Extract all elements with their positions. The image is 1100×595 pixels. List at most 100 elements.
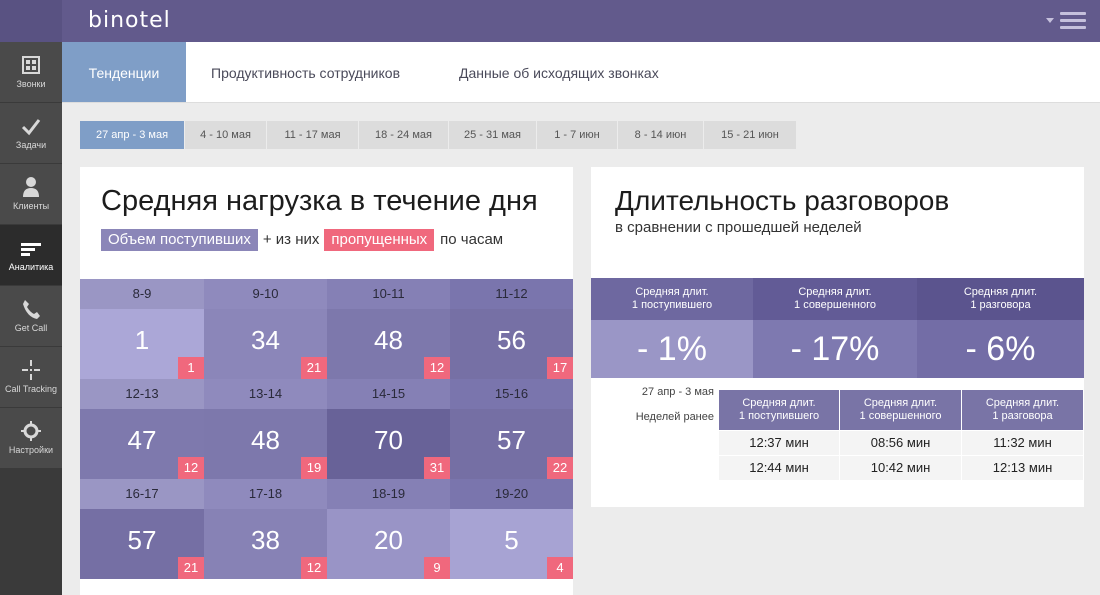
week-button[interactable]: 4 - 10 мая <box>185 121 266 149</box>
load-card: Средняя нагрузка в течение дня Объем пос… <box>80 167 573 595</box>
week-button[interactable]: 27 апр - 3 мая <box>80 121 184 149</box>
top-bar: binotel <box>0 0 1100 42</box>
week-button[interactable]: 11 - 17 мая <box>267 121 358 149</box>
previous-period-label: Неделей ранее <box>635 411 714 423</box>
hour-range-label: 8-9 <box>80 279 204 309</box>
sidebar-item-label: Задачи <box>15 140 47 150</box>
hour-range-label: 10-11 <box>327 279 450 309</box>
hour-load-cell: 57 22 <box>450 409 573 479</box>
sidebar-item-analytics[interactable]: Аналитика <box>0 225 62 286</box>
legend-missed: пропущенных <box>324 229 435 251</box>
hour-range-label: 9-10 <box>204 279 327 309</box>
week-button[interactable]: 8 - 14 июн <box>618 121 703 149</box>
hour-load-cell: 11 <box>80 309 204 379</box>
load-legend: Объем поступивших + из них пропущенных по ч… <box>101 229 509 251</box>
hour-range-label: 12-13 <box>80 379 204 409</box>
compare-col-line1: Средняя длит. <box>863 397 938 409</box>
compare-col-line2: 1 поступившего <box>738 410 820 422</box>
metric-header-line1: Средняя длит. <box>798 286 872 298</box>
hour-load-cell: 70 31 <box>327 409 450 479</box>
compare-cell: 12:37 мин <box>719 431 839 455</box>
hour-load-cell: 48 12 <box>327 309 450 379</box>
sidebar-item-clients[interactable]: Клиенты <box>0 164 62 225</box>
hour-load-cell: 34 21 <box>204 309 327 379</box>
sidebar-item-calls[interactable]: Звонки <box>0 42 62 103</box>
sidebar-item-label: Аналитика <box>8 262 54 272</box>
hour-load-cell: 57 21 <box>80 509 204 579</box>
week-button[interactable]: 25 - 31 мая <box>449 121 536 149</box>
incoming-count: 5 <box>504 525 519 555</box>
sidebar-item-label: Настройки <box>8 445 54 455</box>
tab-productivity[interactable]: Продуктивность сотрудников <box>211 42 400 102</box>
metric-header: Средняя длит. 1 совершенного <box>753 278 917 320</box>
logo[interactable]: binotel <box>88 8 171 33</box>
hour-range-label: 11-12 <box>450 279 573 309</box>
tab-outgoing-calls[interactable]: Данные об исходящих звонках <box>459 42 659 102</box>
sidebar-item-label: Get Call <box>14 323 48 333</box>
incoming-count: 20 <box>374 525 403 555</box>
incoming-count: 57 <box>127 525 157 555</box>
handset-icon <box>23 300 40 319</box>
compare-col-line1: Средняя длит. <box>742 397 816 409</box>
incoming-count: 47 <box>127 425 157 455</box>
sidebar-item-settings[interactable]: Настройки <box>0 408 62 469</box>
metric-change: - 1% <box>591 320 753 378</box>
caret-down-icon[interactable] <box>1046 18 1054 23</box>
compare-col-line2: 1 разговора <box>992 410 1053 422</box>
hourly-load-grid: 8-9 1 1 9-10 34 21 10-11 48 12 11-12 56 17 12-13 47 12… <box>80 279 573 579</box>
person-icon <box>23 177 39 197</box>
hour-range-label: 13-14 <box>204 379 327 409</box>
metric-change: - 17% <box>753 320 917 378</box>
phone-grid-icon <box>22 56 40 74</box>
compare-col-line1: Средняя длит. <box>985 397 1060 409</box>
incoming-count: 48 <box>374 325 403 355</box>
missed-count-badge: 31 <box>424 457 450 479</box>
metric-header: Средняя длит. 1 разговора <box>917 278 1084 320</box>
missed-count-badge: 21 <box>301 357 327 379</box>
hour-range-label: 18-19 <box>327 479 450 509</box>
check-icon <box>21 119 41 136</box>
hour-range-label: 16-17 <box>80 479 204 509</box>
incoming-count: 1 <box>134 325 150 355</box>
compare-cell: 08:56 мин <box>840 431 961 455</box>
hour-range-label: 17-18 <box>204 479 327 509</box>
metric-change: - 6% <box>917 320 1084 378</box>
missed-count-badge: 12 <box>178 457 204 479</box>
missed-count-badge: 4 <box>547 557 573 579</box>
missed-count-badge: 22 <box>547 457 573 479</box>
sidebar-item-label: Call Tracking <box>4 384 58 394</box>
week-button[interactable]: 18 - 24 мая <box>359 121 448 149</box>
crosshair-icon <box>22 360 40 380</box>
current-period-label: 27 апр - 3 мая <box>641 386 714 398</box>
hour-load-cell: 47 12 <box>80 409 204 479</box>
logo-area <box>0 0 62 42</box>
missed-count-badge: 1 <box>178 357 204 379</box>
duration-card: Длительность разговоров в сравнении с пр… <box>591 167 1084 507</box>
sidebar-item-tasks[interactable]: Задачи <box>0 103 62 164</box>
metric-header-line2: 1 разговора <box>970 299 1031 311</box>
sidebar-item-get-call[interactable]: Get Call <box>0 286 62 347</box>
hour-load-cell: 20 9 <box>327 509 450 579</box>
duration-card-subtitle: в сравнении с прошедшей неделей <box>615 219 862 236</box>
compare-col-header: Средняя длит. 1 поступившего <box>719 390 839 430</box>
tab-trends[interactable]: Тенденции <box>62 42 186 102</box>
legend-plus: + из них <box>262 231 320 248</box>
compare-cell: 12:13 мин <box>962 456 1083 480</box>
hamburger-menu-icon[interactable] <box>1060 12 1086 30</box>
hour-range-label: 15-16 <box>450 379 573 409</box>
incoming-count: 38 <box>251 525 280 555</box>
compare-col-line2: 1 совершенного <box>859 410 942 422</box>
compare-cell: 10:42 мин <box>840 456 961 480</box>
hour-load-cell: 48 19 <box>204 409 327 479</box>
week-button[interactable]: 15 - 21 июн <box>704 121 796 149</box>
week-button[interactable]: 1 - 7 июн <box>537 121 617 149</box>
legend-per-hour: по часам <box>440 231 504 248</box>
tab-bar: Тенденции Продуктивность сотрудников Дан… <box>62 42 1100 103</box>
compare-cell: 12:44 мин <box>719 456 839 480</box>
missed-count-badge: 19 <box>301 457 327 479</box>
missed-count-badge: 12 <box>424 357 450 379</box>
duration-card-title: Длительность разговоров <box>615 185 950 216</box>
metric-header-line1: Средняя длит. <box>963 286 1038 298</box>
sidebar-item-label: Клиенты <box>12 201 50 211</box>
sidebar-item-call-tracking[interactable]: Call Tracking <box>0 347 62 408</box>
